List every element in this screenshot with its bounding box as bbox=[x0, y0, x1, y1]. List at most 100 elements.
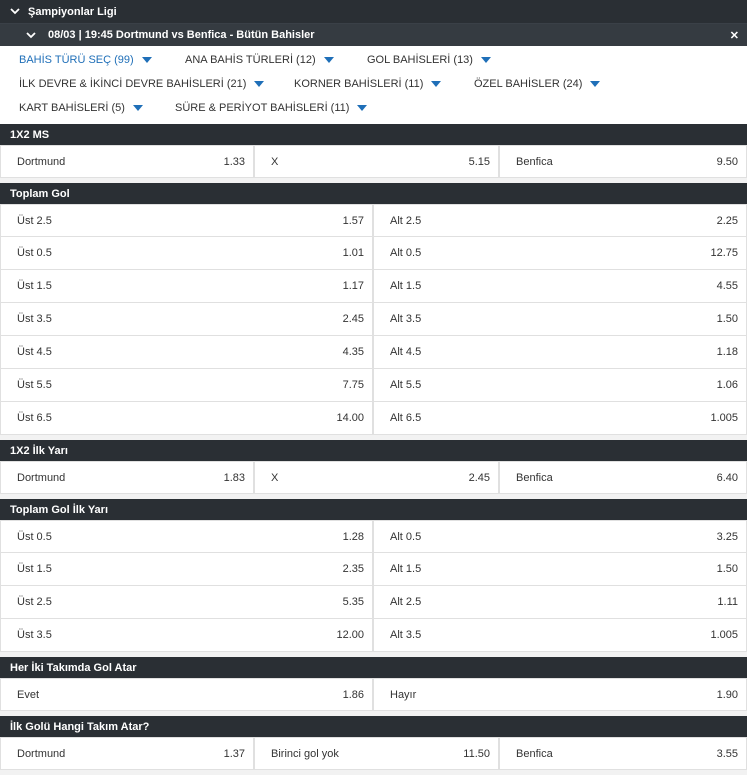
odds-button[interactable]: Alt 6.5 1.005 bbox=[373, 402, 747, 435]
market-row: Dortmund 1.33 X 5.15 Benfica 9.50 bbox=[0, 145, 747, 178]
odds-button[interactable]: Dortmund 1.37 bbox=[0, 737, 254, 770]
odds-button[interactable]: Benfica 3.55 bbox=[499, 737, 747, 770]
filter-dropdown[interactable]: KART BAHİSLERİ (5) bbox=[19, 102, 143, 114]
odds-button[interactable]: Üst 0.5 1.01 bbox=[0, 237, 373, 270]
chevron-down-icon[interactable] bbox=[24, 28, 38, 42]
market-row: Üst 2.5 5.35 Alt 2.5 1.11 bbox=[0, 586, 747, 619]
odds-button[interactable]: Evet 1.86 bbox=[0, 678, 373, 711]
odds-button[interactable]: X 2.45 bbox=[254, 461, 499, 494]
odds-button[interactable]: Dortmund 1.33 bbox=[0, 145, 254, 178]
filter-dropdown[interactable]: KORNER BAHİSLERİ (11) bbox=[294, 78, 442, 90]
event-title: 08/03 | 19:45 Dortmund vs Benfica - Bütü… bbox=[48, 29, 315, 41]
odds-value: 1.86 bbox=[342, 688, 364, 701]
outcome-name: Alt 1.5 bbox=[390, 563, 422, 575]
outcome-name: Alt 4.5 bbox=[390, 346, 422, 358]
outcome-name: Hayır bbox=[390, 688, 417, 701]
caret-down-icon bbox=[141, 57, 152, 63]
odds-button[interactable]: Alt 2.5 2.25 bbox=[373, 204, 747, 237]
market-table: Dortmund 1.83 X 2.45 Benfica 6.40 bbox=[0, 461, 747, 499]
market-row: Üst 0.5 1.28 Alt 0.5 3.25 bbox=[0, 520, 747, 553]
market-row: Üst 0.5 1.01 Alt 0.5 12.75 bbox=[0, 237, 747, 270]
outcome-name: Üst 4.5 bbox=[17, 346, 52, 358]
odds-value: 2.35 bbox=[342, 563, 364, 575]
odds-value: 1.18 bbox=[716, 346, 738, 358]
market-row: Üst 3.5 12.00 Alt 3.5 1.005 bbox=[0, 619, 747, 652]
filter-label: KORNER BAHİSLERİ (11) bbox=[294, 78, 424, 90]
odds-button[interactable]: Alt 0.5 12.75 bbox=[373, 237, 747, 270]
odds-button[interactable]: Hayır 1.90 bbox=[373, 678, 747, 711]
odds-value: 1.83 bbox=[223, 471, 245, 484]
odds-button[interactable]: Alt 0.5 3.25 bbox=[373, 520, 747, 553]
odds-value: 6.40 bbox=[716, 471, 738, 484]
outcome-name: Alt 0.5 bbox=[390, 247, 422, 259]
odds-button[interactable]: Benfica 9.50 bbox=[499, 145, 747, 178]
filter-dropdown[interactable]: BAHİS TÜRÜ SEÇ (99) bbox=[19, 54, 152, 66]
league-header[interactable]: Şampiyonlar Ligi bbox=[0, 0, 747, 24]
close-icon[interactable]: ✕ bbox=[730, 29, 739, 42]
market-table: Evet 1.86 Hayır 1.90 bbox=[0, 678, 747, 716]
filter-row: BAHİS TÜRÜ SEÇ (99) ANA BAHİS TÜRLERİ (12… bbox=[0, 48, 747, 72]
market-row: Üst 1.5 1.17 Alt 1.5 4.55 bbox=[0, 270, 747, 303]
odds-button[interactable]: Üst 3.5 2.45 bbox=[0, 303, 373, 336]
odds-button[interactable]: Birinci gol yok 11.50 bbox=[254, 737, 499, 770]
market-title: 1X2 MS bbox=[0, 124, 747, 145]
odds-value: 1.50 bbox=[716, 563, 738, 575]
filter-label: İLK DEVRE & İKİNCİ DEVRE BAHİSLERİ (21) bbox=[19, 78, 247, 90]
odds-value: 1.17 bbox=[342, 280, 364, 292]
odds-value: 3.55 bbox=[716, 747, 738, 760]
odds-button[interactable]: Üst 0.5 1.28 bbox=[0, 520, 373, 553]
odds-button[interactable]: X 5.15 bbox=[254, 145, 499, 178]
filter-dropdown[interactable]: ÖZEL BAHİSLER (24) bbox=[474, 78, 601, 90]
odds-button[interactable]: Üst 6.5 14.00 bbox=[0, 402, 373, 435]
chevron-down-icon[interactable] bbox=[8, 5, 22, 19]
odds-value: 11.50 bbox=[463, 747, 490, 760]
odds-button[interactable]: Üst 4.5 4.35 bbox=[0, 336, 373, 369]
odds-value: 1.06 bbox=[716, 379, 738, 391]
filter-dropdown[interactable]: ANA BAHİS TÜRLERİ (12) bbox=[185, 54, 334, 66]
odds-button[interactable]: Benfica 6.40 bbox=[499, 461, 747, 494]
filter-dropdown[interactable]: İLK DEVRE & İKİNCİ DEVRE BAHİSLERİ (21) bbox=[19, 78, 265, 90]
caret-down-icon bbox=[254, 81, 265, 87]
outcome-name: Dortmund bbox=[17, 471, 66, 484]
outcome-name: Evet bbox=[17, 688, 40, 701]
filter-dropdown[interactable]: SÜRE & PERİYOT BAHİSLERİ (11) bbox=[175, 102, 368, 114]
outcome-name: Alt 0.5 bbox=[390, 530, 422, 543]
odds-button[interactable]: Üst 1.5 2.35 bbox=[0, 553, 373, 586]
outcome-name: Üst 1.5 bbox=[17, 280, 52, 292]
outcome-name: Alt 3.5 bbox=[390, 629, 422, 641]
odds-button[interactable]: Alt 2.5 1.11 bbox=[373, 586, 747, 619]
caret-down-icon bbox=[132, 105, 143, 111]
odds-button[interactable]: Dortmund 1.83 bbox=[0, 461, 254, 494]
market-table: Dortmund 1.37 Birinci gol yok 11.50 Benfica 3… bbox=[0, 737, 747, 775]
market-list: 1X2 MS Dortmund 1.33 X 5.15 Benfica 9.50 Toplam… bbox=[0, 124, 747, 775]
filter-dropdown[interactable]: GOL BAHİSLERİ (13) bbox=[367, 54, 491, 66]
odds-value: 7.75 bbox=[342, 379, 364, 391]
odds-button[interactable]: Alt 3.5 1.005 bbox=[373, 619, 747, 652]
odds-button[interactable]: Üst 5.5 7.75 bbox=[0, 369, 373, 402]
odds-button[interactable]: Alt 1.5 4.55 bbox=[373, 270, 747, 303]
market-row: Üst 3.5 2.45 Alt 3.5 1.50 bbox=[0, 303, 747, 336]
outcome-name: X bbox=[271, 471, 279, 484]
market-row: Üst 1.5 2.35 Alt 1.5 1.50 bbox=[0, 553, 747, 586]
filter-label: ANA BAHİS TÜRLERİ (12) bbox=[185, 54, 316, 66]
odds-value: 5.15 bbox=[468, 155, 490, 168]
market-row: Üst 4.5 4.35 Alt 4.5 1.18 bbox=[0, 336, 747, 369]
odds-value: 12.75 bbox=[710, 247, 738, 259]
outcome-name: Üst 0.5 bbox=[17, 530, 52, 543]
odds-button[interactable]: Üst 1.5 1.17 bbox=[0, 270, 373, 303]
outcome-name: Birinci gol yok bbox=[271, 747, 339, 760]
odds-button[interactable]: Alt 5.5 1.06 bbox=[373, 369, 747, 402]
odds-button[interactable]: Üst 3.5 12.00 bbox=[0, 619, 373, 652]
outcome-name: X bbox=[271, 155, 279, 168]
odds-button[interactable]: Alt 1.5 1.50 bbox=[373, 553, 747, 586]
odds-button[interactable]: Üst 2.5 5.35 bbox=[0, 586, 373, 619]
odds-value: 1.90 bbox=[716, 688, 738, 701]
filter-label: BAHİS TÜRÜ SEÇ (99) bbox=[19, 54, 134, 66]
event-header[interactable]: 08/03 | 19:45 Dortmund vs Benfica - Bütü… bbox=[0, 24, 747, 46]
market-row: Üst 2.5 1.57 Alt 2.5 2.25 bbox=[0, 204, 747, 237]
caret-down-icon bbox=[357, 105, 368, 111]
odds-value: 3.25 bbox=[716, 530, 738, 543]
odds-button[interactable]: Alt 4.5 1.18 bbox=[373, 336, 747, 369]
odds-button[interactable]: Üst 2.5 1.57 bbox=[0, 204, 373, 237]
odds-button[interactable]: Alt 3.5 1.50 bbox=[373, 303, 747, 336]
